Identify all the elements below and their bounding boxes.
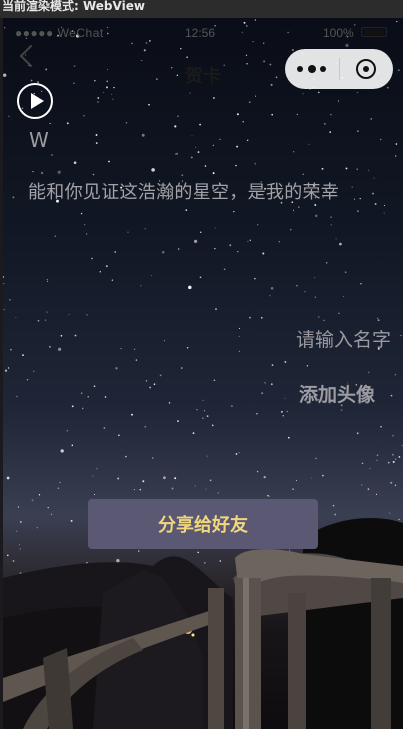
- more-options-button[interactable]: [285, 49, 339, 89]
- share-to-friends-button[interactable]: 分享给好友: [88, 499, 318, 549]
- mountain-railing-scenery: [3, 518, 403, 729]
- name-input[interactable]: [233, 329, 391, 351]
- carrier-label: ●●●●● WeChat: [15, 26, 104, 40]
- close-miniprogram-button[interactable]: [340, 49, 393, 89]
- target-dot-icon: [363, 66, 369, 72]
- greeting-message: 能和你见证这浩瀚的星空，是我的荣幸: [28, 182, 340, 203]
- battery-icon: [361, 27, 387, 37]
- status-bar: ●●●●● WeChat 12:56 100%: [3, 24, 403, 40]
- dot-icon: [308, 65, 316, 73]
- add-avatar-button[interactable]: 添加头像: [299, 380, 375, 407]
- devtools-render-mode-bar: 当前渲染模式: WebView: [0, 0, 403, 18]
- phone-screen: ●●●●● WeChat 12:56 100% 贺卡 W 能和你见证这浩瀚的星空…: [3, 18, 403, 729]
- play-music-button[interactable]: [17, 83, 53, 119]
- dot-icon: [320, 66, 326, 72]
- battery-percent: 100%: [323, 26, 354, 40]
- play-icon: [31, 93, 44, 109]
- render-mode-label: 当前渲染模式: WebView: [2, 0, 145, 13]
- clock: 12:56: [185, 26, 216, 40]
- dot-icon: [297, 66, 303, 72]
- sender-name: W: [29, 128, 49, 152]
- miniprogram-capsule: [285, 49, 393, 89]
